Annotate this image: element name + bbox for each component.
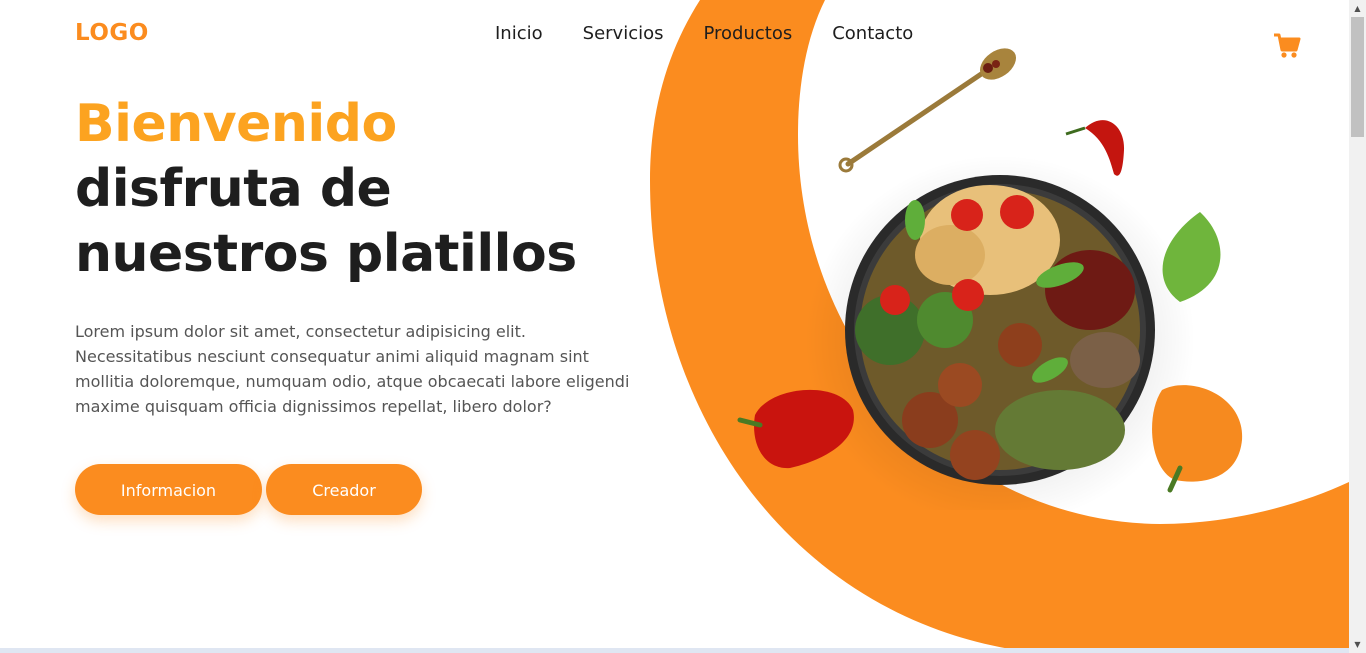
scroll-down-arrow-icon[interactable]: ▼ (1349, 636, 1366, 653)
hero-title-line-2: nuestros platillos (75, 224, 577, 284)
scrollbar-thumb[interactable] (1351, 17, 1364, 137)
hero-title: Bienvenido disfruta de nuestros platillo… (75, 92, 655, 287)
main-nav: Inicio Servicios Productos Contacto (495, 22, 913, 46)
basil-leaf (1162, 212, 1221, 302)
scroll-up-arrow-icon[interactable]: ▲ (1349, 0, 1366, 17)
logo[interactable]: LOGO (75, 19, 149, 47)
hero-description: Lorem ipsum dolor sit amet, consectetur … (75, 322, 630, 416)
orange-bell-pepper (1152, 385, 1243, 493)
food-bowl-image (737, 48, 1243, 510)
landing-page: LOGO Inicio Servicios Productos Contacto… (0, 0, 1349, 653)
hero-heading: Bienvenido disfruta de nuestros platillo… (75, 92, 655, 287)
nav-item-contacto[interactable]: Contacto (832, 22, 913, 46)
red-bell-pepper (737, 389, 854, 469)
nav-item-inicio[interactable]: Inicio (495, 22, 543, 46)
red-chili (1085, 120, 1125, 176)
shopping-cart-icon[interactable] (1273, 33, 1301, 59)
hero-title-line-1: disfruta de (75, 159, 392, 219)
bottom-border (0, 648, 1349, 653)
spoon (838, 48, 1017, 173)
nav-item-servicios[interactable]: Servicios (583, 22, 664, 46)
informacion-button[interactable]: Informacion (75, 464, 262, 515)
nav-item-productos[interactable]: Productos (703, 22, 792, 46)
creador-button[interactable]: Creador (266, 464, 422, 515)
hero-title-accent: Bienvenido (75, 94, 397, 154)
vertical-scrollbar[interactable]: ▲ ▼ (1349, 0, 1366, 653)
